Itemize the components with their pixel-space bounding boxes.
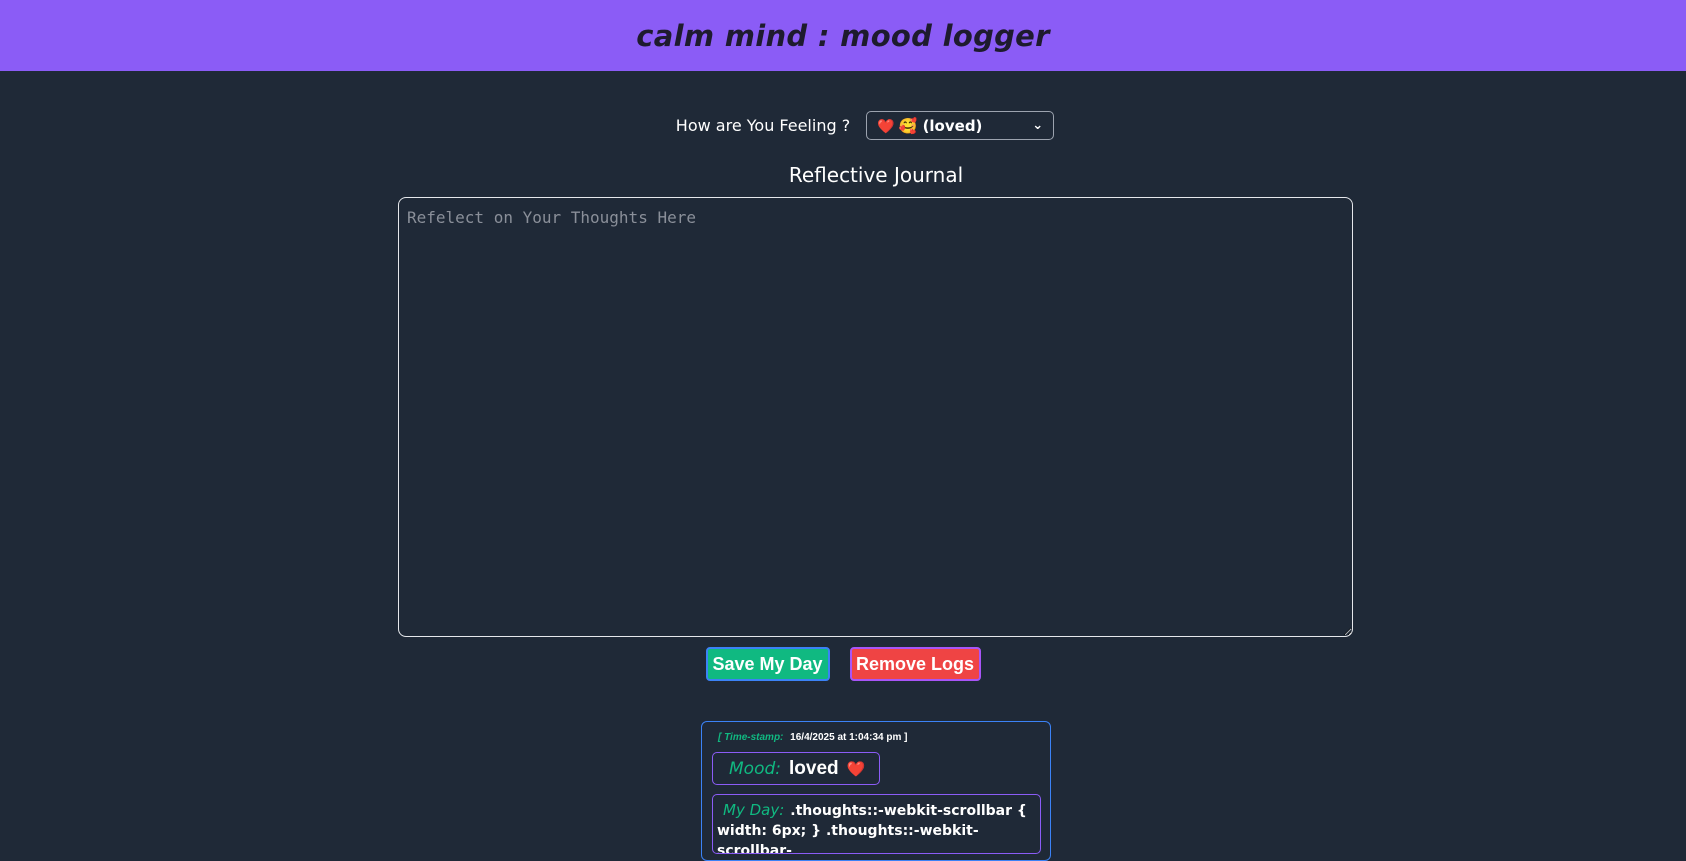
- save-my-day-button[interactable]: Save My Day: [705, 647, 830, 681]
- mood-picker-label: How are You Feeling ?: [675, 116, 851, 135]
- app-header: calm mind : mood logger: [0, 0, 1686, 71]
- mood-select[interactable]: ❤️ 🥰 (loved) ⌄: [866, 111, 1055, 140]
- log-mood-box: Mood: loved ❤️: [712, 752, 881, 785]
- log-day-label: My Day:: [723, 801, 785, 819]
- action-buttons: Save My Day Remove Logs: [0, 647, 1686, 681]
- remove-logs-button[interactable]: Remove Logs: [849, 647, 981, 681]
- journal-title: Reflective Journal: [788, 163, 964, 187]
- heart-icon: ❤️: [877, 118, 895, 135]
- mood-select-text: (loved): [922, 116, 983, 135]
- app-title: calm mind : mood logger: [636, 18, 1050, 53]
- heart-icon: ❤️: [846, 760, 866, 778]
- timestamp-value: 16/4/2025 at 1:04:34 pm ]: [790, 732, 908, 743]
- smiling-face-with-hearts-icon: 🥰: [898, 116, 918, 135]
- log-timestamp: [ Time-stamp: 16/4/2025 at 1:04:34 pm ]: [718, 732, 1040, 743]
- journal-textarea[interactable]: [398, 197, 1353, 637]
- timestamp-label: [ Time-stamp:: [718, 732, 784, 743]
- chevron-down-icon: ⌄: [1032, 118, 1044, 133]
- log-mood-value: loved: [789, 757, 839, 779]
- log-entry-card: [ Time-stamp: 16/4/2025 at 1:04:34 pm ] …: [701, 721, 1051, 861]
- log-mood-label: Mood:: [729, 758, 781, 779]
- mood-select-value: ❤️ 🥰 (loved): [877, 117, 982, 135]
- log-day-box: My Day: .thoughts::-webkit-scrollbar { wi…: [712, 794, 1041, 854]
- mood-picker-row: How are You Feeling ? ❤️ 🥰 (loved) ⌄: [0, 111, 1686, 140]
